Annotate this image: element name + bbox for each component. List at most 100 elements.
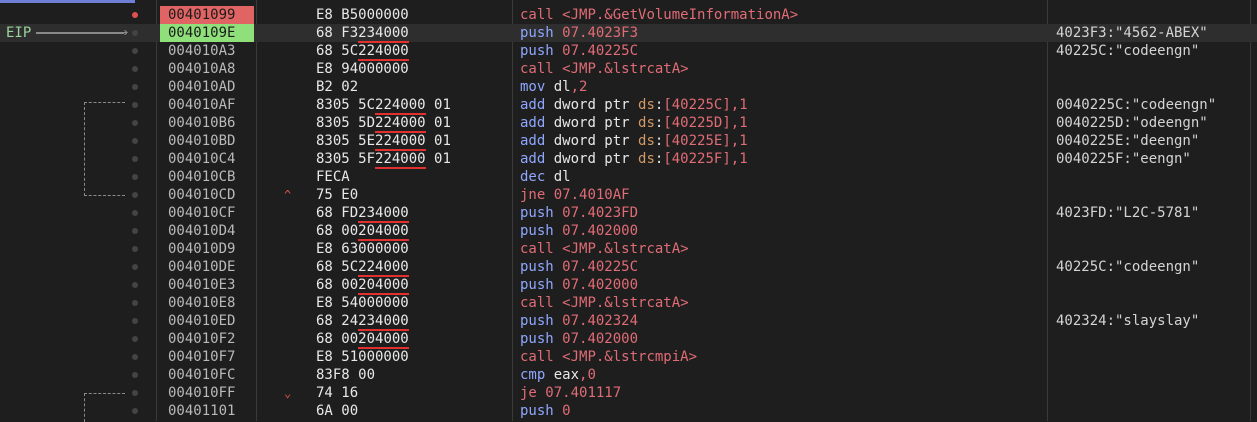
disasm-row[interactable]: 004010B6 8305 5D224000 01 add dword ptr ds… xyxy=(0,114,1257,133)
address-cell[interactable]: 004010CB xyxy=(160,168,254,186)
disasm-row[interactable]: 004010FF ⌄ 74 16 je 07.401117 xyxy=(0,384,1257,402)
bytes-cell: 68 5C224000 xyxy=(316,43,409,61)
disasm-row[interactable]: 004010FC 83F8 00 cmp eax,0 xyxy=(0,366,1257,384)
address-cell[interactable]: 004010FC xyxy=(160,366,254,384)
instruction-cell[interactable]: push 07.4023F3 xyxy=(520,24,638,42)
disasm-row[interactable]: 004010CB FECA dec dl xyxy=(0,168,1257,186)
address-cell[interactable]: 004010E8 xyxy=(160,294,254,312)
disasm-row[interactable]: 004010C4 8305 5F224000 01 add dword ptr ds… xyxy=(0,150,1257,169)
disasm-row[interactable]: EIP ➔ 0040109E 68 F3234000 push 07.4023F3 402… xyxy=(0,24,1257,43)
instruction-cell[interactable]: add dword ptr ds:[40225F],1 xyxy=(520,150,748,168)
disasm-row[interactable]: 004010BD 8305 5E224000 01 add dword ptr ds… xyxy=(0,132,1257,151)
instruction-cell[interactable]: add dword ptr ds:[40225C],1 xyxy=(520,96,748,114)
breakpoint-dot-icon[interactable] xyxy=(132,210,138,216)
bytes-cell: FECA xyxy=(316,169,350,185)
breakpoint-dot-icon[interactable] xyxy=(132,66,138,72)
disasm-row[interactable]: 004010CF 68 FD234000 push 07.4023FD 4023FD:… xyxy=(0,204,1257,223)
address-cell[interactable]: 004010F7 xyxy=(160,348,254,366)
instruction-cell[interactable]: add dword ptr ds:[40225D],1 xyxy=(520,114,748,132)
disasm-row[interactable]: 00401101 6A 00 push 0 xyxy=(0,402,1257,420)
address-cell[interactable]: 004010A3 xyxy=(160,42,254,60)
breakpoint-dot-icon[interactable] xyxy=(132,228,138,234)
instruction-cell[interactable]: push 07.402000 xyxy=(520,276,638,294)
instruction-cell[interactable]: add dword ptr ds:[40225E],1 xyxy=(520,132,748,150)
disasm-row[interactable]: 004010A3 68 5C224000 push 07.40225C 40225C:… xyxy=(0,42,1257,61)
comment-cell: 40225C:"codeengn" xyxy=(1056,259,1200,275)
instruction-cell[interactable]: cmp eax,0 xyxy=(520,366,596,384)
breakpoint-dot-icon[interactable] xyxy=(132,246,138,252)
comment-cell: 402324:"slayslay" xyxy=(1056,313,1200,329)
instruction-cell[interactable]: call <JMP.&GetVolumeInformationA> xyxy=(520,6,798,24)
address-cell[interactable]: 004010F2 xyxy=(160,330,254,348)
breakpoint-dot-icon[interactable] xyxy=(132,12,138,18)
bytes-cell: 68 F3234000 xyxy=(316,25,409,43)
instruction-cell[interactable]: call <JMP.&lstrcatA> xyxy=(520,240,689,258)
instruction-cell[interactable]: push 07.40225C xyxy=(520,42,638,60)
breakpoint-dot-icon[interactable] xyxy=(132,372,138,378)
bytes-cell: 6A 00 xyxy=(316,403,359,419)
disasm-row[interactable]: 004010ED 68 24234000 push 07.402324 402324:… xyxy=(0,312,1257,331)
breakpoint-dot-icon[interactable] xyxy=(132,174,138,180)
instruction-cell[interactable]: je 07.401117 xyxy=(520,384,621,402)
address-cell[interactable]: 004010DE xyxy=(160,258,254,276)
address-cell[interactable]: 004010BD xyxy=(160,132,254,150)
address-cell[interactable]: 004010C4 xyxy=(160,150,254,168)
disasm-row[interactable]: 004010F2 68 00204000 push 07.402000 xyxy=(0,330,1257,349)
instruction-cell[interactable]: call <JMP.&lstrcatA> xyxy=(520,294,689,312)
address-cell[interactable]: 00401099 xyxy=(160,6,254,24)
disasm-row[interactable]: 004010DE 68 5C224000 push 07.40225C 40225C:… xyxy=(0,258,1257,277)
address-cell[interactable]: 0040109E xyxy=(160,24,254,42)
breakpoint-dot-icon[interactable] xyxy=(132,156,138,162)
address-cell[interactable]: 004010CF xyxy=(160,204,254,222)
breakpoint-dot-icon[interactable] xyxy=(132,30,138,36)
disasm-row[interactable]: 004010E3 68 00204000 push 07.402000 xyxy=(0,276,1257,295)
breakpoint-dot-icon[interactable] xyxy=(132,318,138,324)
address-cell[interactable]: 004010ED xyxy=(160,312,254,330)
breakpoint-dot-icon[interactable] xyxy=(132,408,138,414)
disasm-row[interactable]: 004010CD ^ 75 E0 jne 07.4010AF xyxy=(0,186,1257,204)
address-cell[interactable]: 00401101 xyxy=(160,402,254,420)
breakpoint-dot-icon[interactable] xyxy=(132,336,138,342)
instruction-cell[interactable]: push 07.40225C xyxy=(520,258,638,276)
breakpoint-dot-icon[interactable] xyxy=(132,282,138,288)
instruction-cell[interactable]: push 0 xyxy=(520,402,571,420)
instruction-cell[interactable]: mov dl,2 xyxy=(520,78,587,96)
disasm-row[interactable]: 004010AF 8305 5C224000 01 add dword ptr ds… xyxy=(0,96,1257,115)
address-cell[interactable]: 004010CD xyxy=(160,186,254,204)
address-cell[interactable]: 004010A8 xyxy=(160,60,254,78)
instruction-cell[interactable]: push 07.4023FD xyxy=(520,204,638,222)
breakpoint-dot-icon[interactable] xyxy=(132,300,138,306)
address-cell[interactable]: 004010B6 xyxy=(160,114,254,132)
breakpoint-dot-icon[interactable] xyxy=(132,264,138,270)
breakpoint-dot-icon[interactable] xyxy=(132,120,138,126)
breakpoint-dot-icon[interactable] xyxy=(132,192,138,198)
breakpoint-dot-icon[interactable] xyxy=(132,138,138,144)
disasm-row[interactable]: 00401099 E8 B5000000 call <JMP.&GetVolumeI… xyxy=(0,6,1257,24)
instruction-cell[interactable]: call <JMP.&lstrcmpiA> xyxy=(520,348,697,366)
disasm-row[interactable]: 004010D9 E8 63000000 call <JMP.&lstrcatA> xyxy=(0,240,1257,258)
disasm-row[interactable]: 004010F7 E8 51000000 call <JMP.&lstrcmpiA> xyxy=(0,348,1257,366)
address-cell[interactable]: 004010E3 xyxy=(160,276,254,294)
bytes-cell: 8305 5C224000 01 xyxy=(316,97,451,115)
address-cell[interactable]: 004010AD xyxy=(160,78,254,96)
disasm-row[interactable]: 004010A8 E8 94000000 call <JMP.&lstrcatA> xyxy=(0,60,1257,78)
breakpoint-dot-icon[interactable] xyxy=(132,48,138,54)
breakpoint-dot-icon[interactable] xyxy=(132,84,138,90)
disasm-row[interactable]: 004010E8 E8 54000000 call <JMP.&lstrcatA> xyxy=(0,294,1257,312)
address-cell[interactable]: 004010AF xyxy=(160,96,254,114)
breakpoint-dot-icon[interactable] xyxy=(132,102,138,108)
instruction-cell[interactable]: call <JMP.&lstrcatA> xyxy=(520,60,689,78)
disasm-row[interactable]: 004010AD B2 02 mov dl,2 xyxy=(0,78,1257,96)
disasm-row[interactable]: 004010D4 68 00204000 push 07.402000 xyxy=(0,222,1257,241)
address-cell[interactable]: 004010D4 xyxy=(160,222,254,240)
breakpoint-dot-icon[interactable] xyxy=(132,390,138,396)
address-cell[interactable]: 004010FF xyxy=(160,384,254,402)
instruction-cell[interactable]: push 07.402000 xyxy=(520,222,638,240)
address-cell[interactable]: 004010D9 xyxy=(160,240,254,258)
instruction-cell[interactable]: push 07.402000 xyxy=(520,330,638,348)
bytes-cell: E8 63000000 xyxy=(316,241,409,257)
breakpoint-dot-icon[interactable] xyxy=(132,354,138,360)
instruction-cell[interactable]: push 07.402324 xyxy=(520,312,638,330)
instruction-cell[interactable]: dec dl xyxy=(520,168,571,186)
instruction-cell[interactable]: jne 07.4010AF xyxy=(520,186,630,204)
